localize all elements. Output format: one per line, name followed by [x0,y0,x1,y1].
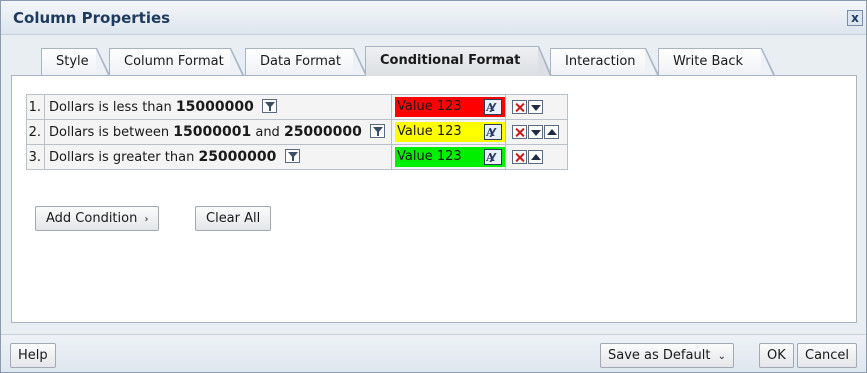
filter-icon[interactable] [261,99,277,113]
dialog-footer: Help Save as Default ⌄ OK Cancel [1,334,866,372]
move-down-icon[interactable] [528,100,544,115]
condition-value: 25000000 [283,124,362,140]
tab-label: Conditional Format [380,53,521,68]
condition-value: 15000001 [173,124,252,140]
condition-number: 1. [26,94,45,120]
condition-number: 3. [26,144,45,170]
conditional-format-panel: 1. Dollars is less than 15000000 Value 1… [11,75,857,323]
tab-interaction[interactable]: Interaction [550,48,659,75]
condition-row: 2. Dollars is between 15000001 and 25000… [26,119,569,145]
condition-row: 1. Dollars is less than 15000000 Value 1… [26,94,569,120]
condition-value: 15000000 [175,99,254,115]
help-button[interactable]: Help [10,343,56,368]
edit-format-icon[interactable] [484,123,503,143]
conditions-table: 1. Dollars is less than 15000000 Value 1… [26,94,569,170]
condition-text: Dollars is between [49,125,174,140]
tab-label: Write Back [673,54,744,69]
condition-expression[interactable]: Dollars is greater than 25000000 [43,144,393,170]
tab-write-back[interactable]: Write Back [658,48,775,75]
condition-value: 25000000 [198,149,277,165]
save-as-default-button[interactable]: Save as Default ⌄ [600,343,734,368]
tab-label: Style [56,54,89,69]
condition-row: 3. Dollars is greater than 25000000 Valu… [26,144,569,170]
tab-label: Data Format [260,54,341,69]
row-actions [505,119,569,145]
delete-icon[interactable] [512,100,528,115]
format-cell: Value 123 [391,119,507,145]
condition-text: Dollars is greater than [49,150,199,165]
format-cell: Value 123 [391,94,507,120]
delete-icon[interactable] [512,150,528,165]
filter-icon[interactable] [284,149,300,163]
tab-label: Interaction [565,54,636,69]
cancel-button[interactable]: Cancel [797,343,858,368]
add-condition-button[interactable]: Add Condition › [35,206,160,231]
move-down-icon[interactable] [528,125,544,140]
save-as-default-label: Save as Default [608,348,711,363]
tab-column-format[interactable]: Column Format [109,48,244,75]
clear-all-button[interactable]: Clear All [195,206,272,231]
format-preview-label: Value 123 [397,99,462,114]
chevron-down-icon: ⌄ [717,351,726,362]
format-preview-label: Value 123 [397,149,462,164]
format-preview[interactable]: Value 123 [395,147,506,168]
condition-expression[interactable]: Dollars is less than 15000000 [43,94,393,120]
dialog-titlebar: Column Properties x [1,1,866,35]
dialog-title: Column Properties [13,9,171,27]
edit-format-icon[interactable] [484,98,503,118]
ok-button[interactable]: OK [759,343,794,368]
edit-format-icon[interactable] [484,148,503,168]
delete-icon[interactable] [512,125,528,140]
close-button[interactable]: x [847,10,863,26]
condition-number: 2. [26,119,45,145]
format-preview[interactable]: Value 123 [395,122,506,143]
column-properties-dialog: Column Properties x Style Column Format … [0,0,867,373]
tab-style[interactable]: Style [41,48,110,75]
add-condition-label: Add Condition [46,211,138,226]
format-preview[interactable]: Value 123 [395,97,506,118]
row-actions [505,94,569,120]
condition-text: Dollars is less than [49,100,176,115]
tab-label: Column Format [124,54,224,69]
move-up-icon[interactable] [528,150,544,165]
chevron-right-icon: › [144,214,149,225]
condition-text: and [251,125,284,140]
move-up-icon[interactable] [544,125,560,140]
condition-expression[interactable]: Dollars is between 15000001 and 25000000 [43,119,393,145]
tab-conditional-format[interactable]: Conditional Format [365,46,552,76]
row-actions [505,144,569,170]
tab-data-format[interactable]: Data Format [245,48,367,75]
format-cell: Value 123 [391,144,507,170]
filter-icon[interactable] [370,124,386,138]
format-preview-label: Value 123 [397,124,462,139]
